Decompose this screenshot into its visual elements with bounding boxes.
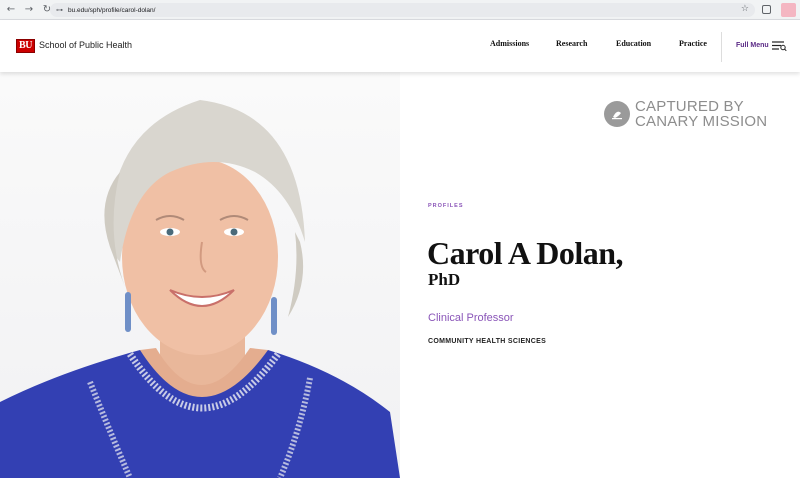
menu-search-icon[interactable] xyxy=(771,40,787,52)
bookmark-star-icon[interactable]: ☆ xyxy=(741,4,749,14)
nav-divider xyxy=(721,32,722,62)
url-text[interactable]: bu.edu/sph/profile/carol-dolan/ xyxy=(68,7,155,14)
watermark-line1: CAPTURED BY xyxy=(635,98,744,115)
portrait-illustration xyxy=(0,100,400,478)
nav-practice[interactable]: Practice xyxy=(679,39,707,48)
profile-name: Carol A Dolan, xyxy=(427,235,624,271)
canary-bird-icon xyxy=(604,101,630,127)
nav-admissions[interactable]: Admissions xyxy=(490,39,529,48)
profile-avatar[interactable] xyxy=(781,3,796,17)
profile-hero: CAPTURED BY CANARY MISSION PROFILES Caro… xyxy=(0,72,800,478)
forward-icon[interactable]: → xyxy=(22,3,36,17)
school-name[interactable]: School of Public Health xyxy=(39,40,132,50)
watermark-line2: CANARY MISSION xyxy=(635,113,768,130)
full-menu-button[interactable]: Full Menu xyxy=(736,42,769,49)
address-bar[interactable]: ⊶ bu.edu/sph/profile/carol-dolan/ ☆ xyxy=(50,3,755,17)
extensions-icon[interactable] xyxy=(762,5,771,14)
bu-logo[interactable]: BU xyxy=(16,39,35,53)
profile-photo xyxy=(0,72,400,478)
profile-title: Clinical Professor xyxy=(428,312,514,324)
profile-department: COMMUNITY HEALTH SCIENCES xyxy=(428,338,547,345)
profile-credential: PhD xyxy=(428,270,461,289)
back-icon[interactable]: ← xyxy=(4,3,18,17)
profiles-kicker[interactable]: PROFILES xyxy=(428,203,464,209)
site-info-icon[interactable]: ⊶ xyxy=(56,6,63,14)
nav-education[interactable]: Education xyxy=(616,39,651,48)
browser-toolbar: ← → ↻ ⊶ bu.edu/sph/profile/carol-dolan/ … xyxy=(0,0,800,20)
site-header: BU School of Public Health Admissions Re… xyxy=(0,20,800,72)
canary-mission-watermark: CAPTURED BY CANARY MISSION xyxy=(604,99,767,129)
nav-research[interactable]: Research xyxy=(556,39,587,48)
